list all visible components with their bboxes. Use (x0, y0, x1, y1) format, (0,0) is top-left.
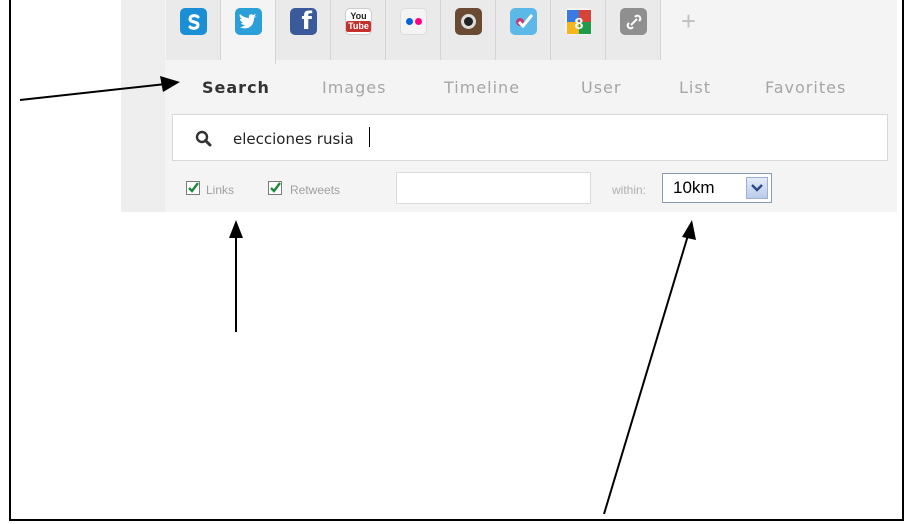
arrow-to-search-tab (19, 82, 176, 101)
arrow-to-range-select (603, 231, 690, 515)
annotation-arrows (19, 76, 696, 515)
